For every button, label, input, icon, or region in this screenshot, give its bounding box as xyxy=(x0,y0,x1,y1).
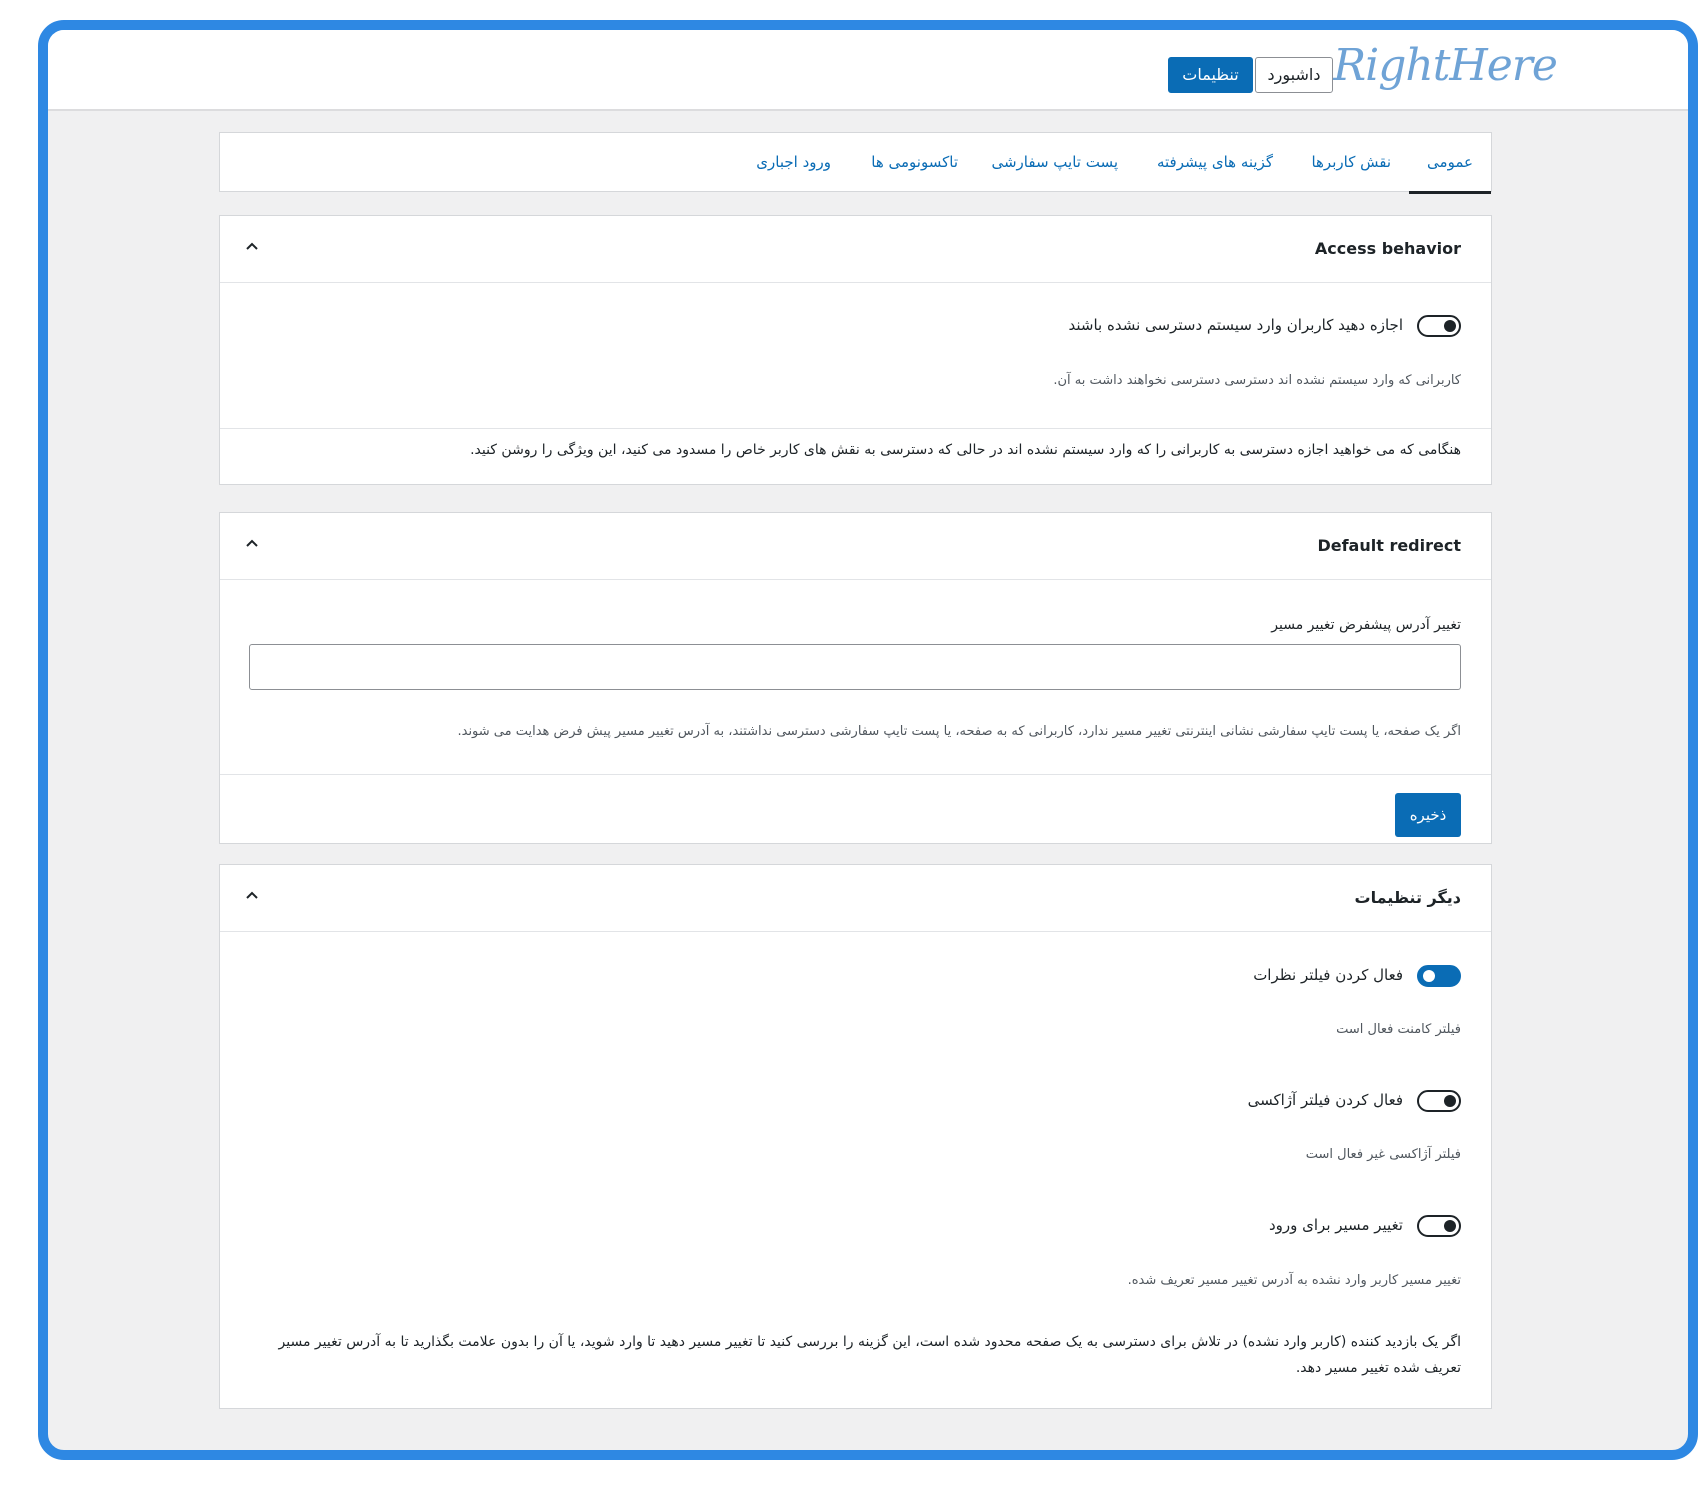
access-behavior-header[interactable]: Access behavior xyxy=(220,216,1491,283)
tab-forced-login[interactable]: ورود اجباری xyxy=(756,133,831,191)
app-frame: RightHere داشبورد تنظیمات عمومی نقش کارب… xyxy=(38,20,1698,1460)
save-button[interactable]: ذخیره xyxy=(1395,793,1461,837)
toggle-knob xyxy=(1423,970,1435,982)
ajax-filter-toggle[interactable] xyxy=(1417,1090,1461,1112)
toggle-hint: تغییر مسیر کاربر وارد نشده به آدرس تغییر… xyxy=(1127,1273,1461,1288)
chevron-up-icon[interactable] xyxy=(246,537,258,549)
comment-filter-toggle[interactable] xyxy=(1417,965,1461,987)
toggle-knob xyxy=(1444,320,1456,332)
field-label: تغییر آدرس پیشفرض تغییر مسیر xyxy=(1271,617,1461,633)
tab-user-roles[interactable]: نقش کاربرها xyxy=(1311,133,1391,191)
tab-taxonomies[interactable]: تاکسونومی ها xyxy=(871,133,958,191)
other-settings-section: دیگر تنظیمات فعال کردن فیلتر نظرات فیلتر… xyxy=(219,864,1492,1409)
toggle-label: فعال کردن فیلتر نظرات xyxy=(1253,966,1403,984)
default-redirect-header[interactable]: Default redirect xyxy=(220,513,1491,580)
access-behavior-section: Access behavior اجازه دهید کاربران وارد … xyxy=(219,215,1492,485)
brand-logo: RightHere xyxy=(1333,40,1558,91)
divider xyxy=(220,774,1491,775)
section-title: دیگر تنظیمات xyxy=(1354,888,1461,907)
default-redirect-section: Default redirect تغییر آدرس پیشفرض تغییر… xyxy=(219,512,1492,844)
other-settings-header[interactable]: دیگر تنظیمات xyxy=(220,865,1491,932)
toggle-label: اجازه دهید کاربران وارد سیستم دسترسی نشد… xyxy=(1068,316,1403,334)
section-title: Access behavior xyxy=(1314,239,1461,258)
toggle-hint: کاربرانی که وارد سیستم نشده اند دسترسی د… xyxy=(1053,373,1461,388)
settings-button[interactable]: تنظیمات xyxy=(1168,57,1253,93)
divider xyxy=(220,428,1491,429)
top-bar: RightHere داشبورد تنظیمات xyxy=(48,30,1688,111)
tab-general[interactable]: عمومی xyxy=(1409,133,1491,194)
tab-custom-post-type[interactable]: پست تایپ سفارشی xyxy=(991,133,1118,191)
redirect-url-input[interactable] xyxy=(249,644,1461,690)
section-note: هنگامی که می خواهید اجازه دسترسی به کارب… xyxy=(470,442,1461,458)
tab-advanced-options[interactable]: گزینه های پیشرفته xyxy=(1157,133,1273,191)
section-title: Default redirect xyxy=(1317,536,1461,555)
dashboard-button[interactable]: داشبورد xyxy=(1255,57,1333,93)
allow-guest-access-toggle[interactable] xyxy=(1417,315,1461,337)
toggle-knob xyxy=(1444,1095,1456,1107)
toggle-label: تغییر مسیر برای ورود xyxy=(1268,1216,1403,1234)
field-hint: اگر یک صفحه، یا پست تایپ سفارشی نشانی ای… xyxy=(457,724,1461,739)
toggle-hint: فیلتر آژاکسی غیر فعال است xyxy=(1305,1147,1461,1162)
toggle-label: فعال کردن فیلتر آژاکسی xyxy=(1247,1091,1403,1109)
toggle-knob xyxy=(1444,1220,1456,1232)
chevron-up-icon[interactable] xyxy=(246,240,258,252)
chevron-up-icon[interactable] xyxy=(246,889,258,901)
login-redirect-toggle[interactable] xyxy=(1417,1215,1461,1237)
toggle-hint: فیلتر کامنت فعال است xyxy=(1336,1022,1461,1037)
tab-bar: عمومی نقش کاربرها گزینه های پیشرفته پست … xyxy=(219,132,1492,194)
section-note: اگر یک بازدید کننده (کاربر وارد نشده) در… xyxy=(278,1334,1461,1376)
